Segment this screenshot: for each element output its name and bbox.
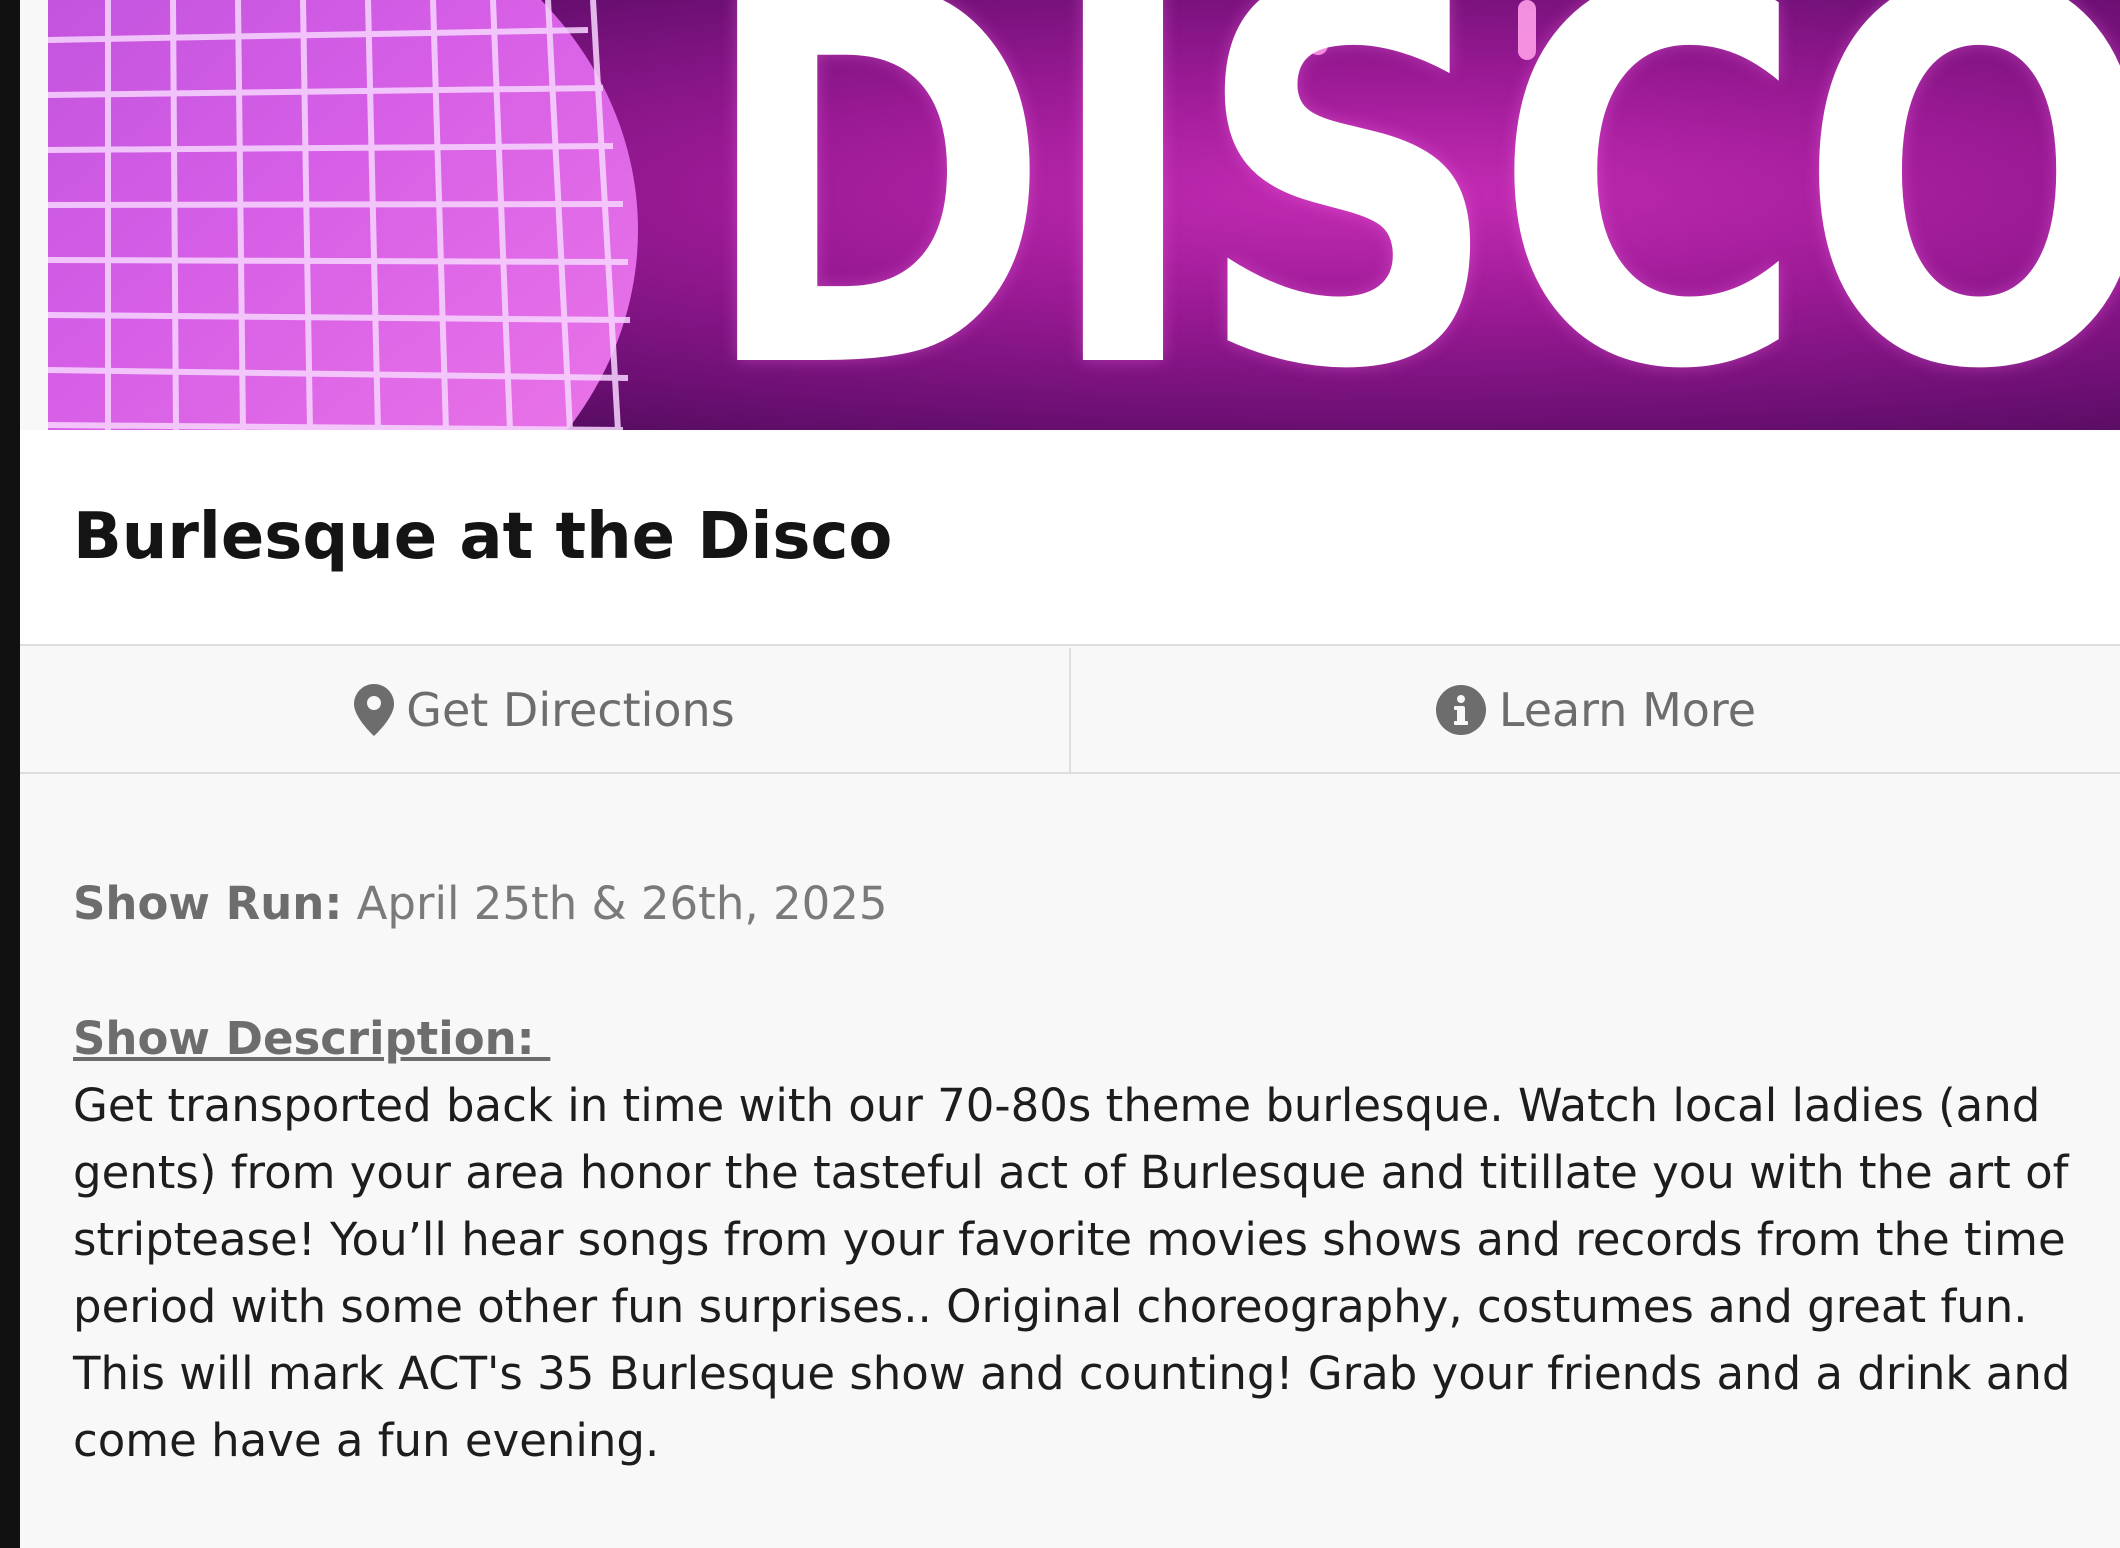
event-details: Show Run: April 25th & 26th, 2025 Show D…	[73, 870, 2083, 1474]
info-circle-icon	[1435, 684, 1487, 736]
event-header: Burlesque at the Disco	[20, 430, 2120, 646]
banner-disco-text: DISCO	[698, 0, 2120, 430]
show-run-value: April 25th & 26th, 2025	[342, 877, 888, 930]
show-run-line: Show Run: April 25th & 26th, 2025	[73, 870, 2083, 937]
get-directions-button[interactable]: Get Directions	[20, 648, 1069, 772]
get-directions-label: Get Directions	[406, 683, 735, 737]
show-description-heading: Show Description:	[73, 1012, 551, 1065]
learn-more-label: Learn More	[1498, 683, 1757, 737]
learn-more-button[interactable]: Learn More	[1069, 648, 2120, 772]
event-card: DISCO Burlesque at the Disco Get Directi…	[20, 0, 2120, 1548]
event-banner-image: DISCO	[48, 0, 2120, 430]
show-run-label: Show Run:	[73, 877, 343, 930]
event-actions-bar: Get Directions Learn More	[20, 648, 2120, 774]
event-title: Burlesque at the Disco	[73, 500, 893, 574]
map-pin-icon	[354, 684, 395, 736]
show-description-text: Get transported back in time with our 70…	[73, 1079, 2071, 1467]
